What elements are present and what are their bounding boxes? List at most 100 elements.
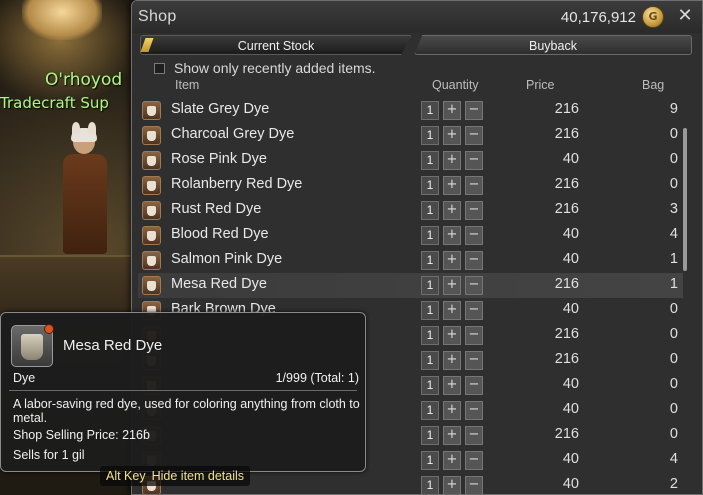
quantity-increase-button[interactable]: +	[443, 126, 461, 145]
dye-icon	[142, 276, 161, 295]
quantity-increase-button[interactable]: +	[443, 226, 461, 245]
quantity-decrease-button[interactable]: −	[465, 301, 483, 320]
dye-icon	[142, 101, 161, 120]
quantity-value[interactable]: 1	[421, 151, 439, 170]
npc-character[interactable]	[55, 120, 115, 260]
bag-count: 4	[669, 451, 678, 467]
quantity-increase-button[interactable]: +	[443, 151, 461, 170]
quantity-decrease-button[interactable]: −	[465, 101, 483, 120]
npc-name-label: O'rhoyod	[45, 70, 123, 90]
quantity-increase-button[interactable]: +	[443, 376, 461, 395]
tooltip-item-name: Mesa Red Dye	[63, 337, 163, 354]
bag-count: 0	[669, 126, 678, 142]
item-name: Rolanberry Red Dye	[171, 176, 303, 192]
tooltip-description: A labor-saving red dye, used for colorin…	[13, 397, 360, 425]
bag-count: 0	[669, 401, 678, 417]
quantity-value[interactable]: 1	[421, 101, 439, 120]
gil-amount: 40,176,912	[560, 9, 636, 26]
item-price: 40	[562, 301, 579, 317]
quantity-increase-button[interactable]: +	[443, 101, 461, 120]
tooltip-sells-for: Sells for 1 gil	[13, 448, 85, 462]
column-header-item: Item	[175, 78, 200, 92]
quantity-value[interactable]: 1	[421, 426, 439, 445]
shop-item-row[interactable]: Slate Grey Dye 1 + − 216 9	[138, 98, 683, 123]
quantity-increase-button[interactable]: +	[443, 251, 461, 270]
quantity-value[interactable]: 1	[421, 251, 439, 270]
quantity-increase-button[interactable]: +	[443, 451, 461, 470]
list-scrollbar[interactable]	[683, 128, 687, 271]
quantity-decrease-button[interactable]: −	[465, 376, 483, 395]
shop-item-row[interactable]: Charcoal Grey Dye 1 + − 216 0	[138, 123, 683, 148]
item-name: Slate Grey Dye	[171, 101, 270, 117]
shop-titlebar[interactable]: Shop 40,176,912 G ✕	[132, 1, 702, 33]
item-price: 216	[554, 426, 579, 442]
quantity-increase-button[interactable]: +	[443, 301, 461, 320]
bag-count: 0	[669, 351, 678, 367]
shop-title: Shop	[138, 8, 177, 25]
quantity-decrease-button[interactable]: −	[465, 276, 483, 295]
quantity-increase-button[interactable]: +	[443, 326, 461, 345]
shop-item-row[interactable]: Salmon Pink Dye 1 + − 40 1	[138, 248, 683, 273]
quantity-decrease-button[interactable]: −	[465, 351, 483, 370]
quantity-value[interactable]: 1	[421, 126, 439, 145]
recent-items-checkbox[interactable]	[154, 63, 165, 74]
bag-count: 0	[669, 301, 678, 317]
quantity-decrease-button[interactable]: −	[465, 226, 483, 245]
dye-icon	[142, 201, 161, 220]
dye-icon	[142, 251, 161, 270]
quantity-increase-button[interactable]: +	[443, 401, 461, 420]
column-header-bag: Bag	[642, 78, 665, 92]
quantity-value[interactable]: 1	[421, 326, 439, 345]
quantity-value[interactable]: 1	[421, 276, 439, 295]
alt-key-action: Hide item details	[151, 469, 245, 483]
quantity-increase-button[interactable]: +	[443, 426, 461, 445]
quantity-decrease-button[interactable]: −	[465, 126, 483, 145]
shop-item-row[interactable]: Blood Red Dye 1 + − 40 4	[138, 223, 683, 248]
shop-item-row[interactable]: Rust Red Dye 1 + − 216 3	[138, 198, 683, 223]
quantity-decrease-button[interactable]: −	[465, 426, 483, 445]
alt-key-label: Alt Key	[106, 469, 146, 483]
quantity-value[interactable]: 1	[421, 301, 439, 320]
quantity-value[interactable]: 1	[421, 401, 439, 420]
quantity-increase-button[interactable]: +	[443, 351, 461, 370]
shop-tabs: Current Stock Buyback	[140, 35, 692, 55]
shop-item-row[interactable]: Rose Pink Dye 1 + − 40 0	[138, 148, 683, 173]
item-price: 40	[562, 451, 579, 467]
item-name: Salmon Pink Dye	[171, 251, 283, 267]
shop-item-row-selected[interactable]: Mesa Red Dye 1 + − 216 1	[138, 273, 683, 298]
tab-current-stock[interactable]: Current Stock	[140, 35, 412, 55]
quantity-increase-button[interactable]: +	[443, 201, 461, 220]
recent-items-label: Show only recently added items.	[174, 60, 376, 76]
npc-title-label: Tradecraft Sup	[0, 94, 109, 112]
tooltip-stack-count: 1/999 (Total: 1)	[275, 371, 359, 385]
bag-count: 1	[669, 276, 678, 292]
quantity-increase-button[interactable]: +	[443, 276, 461, 295]
quantity-value[interactable]: 1	[421, 476, 439, 494]
bag-count: 0	[669, 426, 678, 442]
quantity-decrease-button[interactable]: −	[465, 251, 483, 270]
quantity-value[interactable]: 1	[421, 201, 439, 220]
quantity-value[interactable]: 1	[421, 226, 439, 245]
quantity-decrease-button[interactable]: −	[465, 176, 483, 195]
item-price: 216	[554, 326, 579, 342]
quantity-increase-button[interactable]: +	[443, 176, 461, 195]
quantity-decrease-button[interactable]: −	[465, 326, 483, 345]
quantity-decrease-button[interactable]: −	[465, 201, 483, 220]
npc-ear-right	[88, 122, 96, 134]
item-name: Mesa Red Dye	[171, 276, 267, 292]
bag-count: 1	[669, 251, 678, 267]
alt-key-hint: Alt Key Hide item details	[100, 466, 251, 486]
quantity-decrease-button[interactable]: −	[465, 451, 483, 470]
dye-icon	[142, 226, 161, 245]
quantity-decrease-button[interactable]: −	[465, 151, 483, 170]
quantity-decrease-button[interactable]: −	[465, 401, 483, 420]
quantity-value[interactable]: 1	[421, 176, 439, 195]
tab-buyback[interactable]: Buyback	[414, 35, 692, 55]
quantity-increase-button[interactable]: +	[443, 476, 461, 494]
quantity-value[interactable]: 1	[421, 376, 439, 395]
shop-item-row[interactable]: Rolanberry Red Dye 1 + − 216 0	[138, 173, 683, 198]
quantity-value[interactable]: 1	[421, 351, 439, 370]
quantity-decrease-button[interactable]: −	[465, 476, 483, 494]
close-button[interactable]: ✕	[674, 5, 696, 27]
quantity-value[interactable]: 1	[421, 451, 439, 470]
